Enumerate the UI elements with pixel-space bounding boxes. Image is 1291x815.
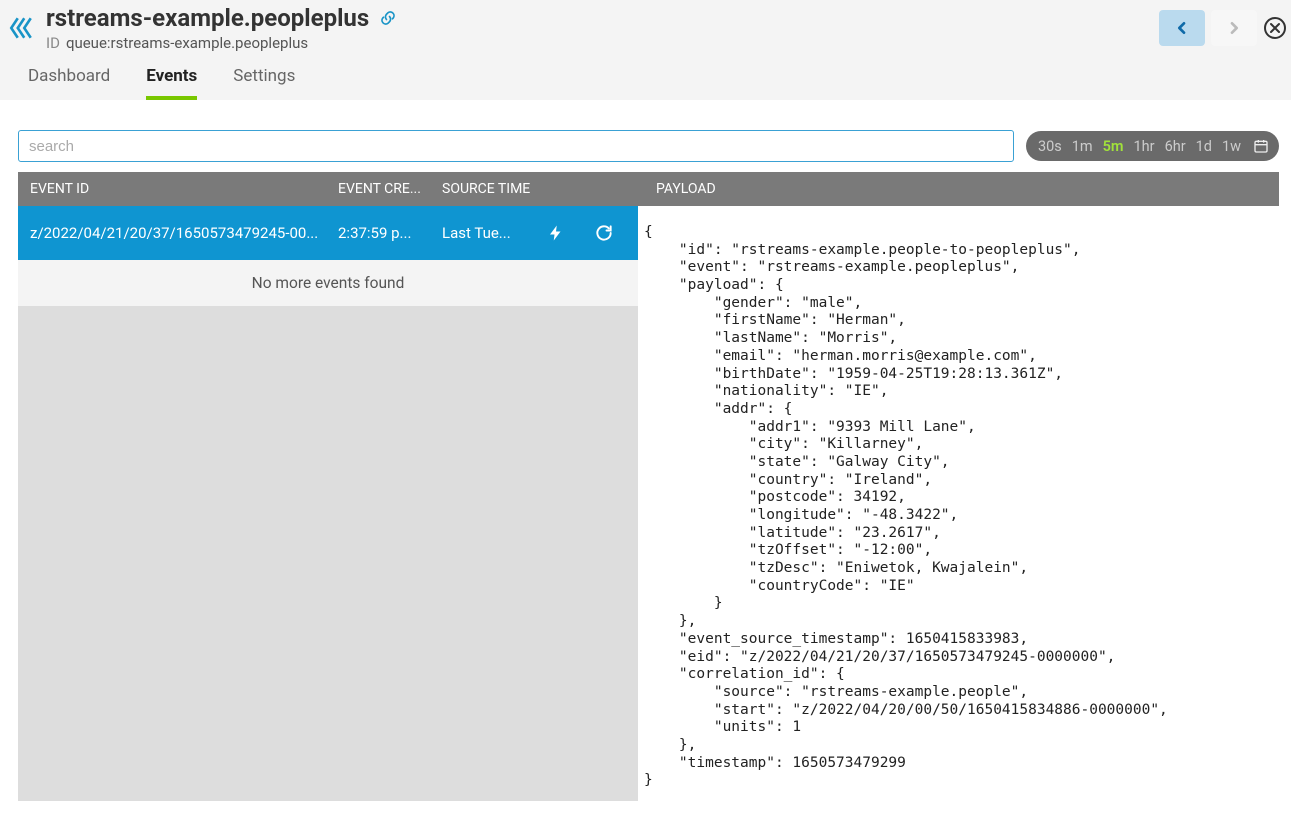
- empty-space: [18, 306, 638, 801]
- toolbar: 30s 1m 5m 1hr 6hr 1d 1w: [0, 100, 1291, 172]
- tabs: Dashboard Events Settings: [6, 52, 1291, 100]
- time-1w[interactable]: 1w: [1222, 138, 1241, 155]
- time-30s[interactable]: 30s: [1038, 138, 1062, 155]
- col-source: SOURCE TIME: [442, 181, 638, 197]
- no-more-events: No more events found: [18, 260, 638, 306]
- lightning-icon[interactable]: [532, 224, 580, 242]
- close-button[interactable]: [1263, 10, 1287, 46]
- payload-panel: PAYLOAD { "id": "rstreams-example.people…: [638, 172, 1279, 801]
- resource-id: IDqueue:rstreams-example.peopleplus: [46, 34, 1159, 52]
- refresh-icon[interactable]: [580, 223, 628, 243]
- tab-events[interactable]: Events: [146, 66, 197, 100]
- col-created: EVENT CRE...: [338, 181, 442, 197]
- calendar-icon[interactable]: [1253, 138, 1269, 154]
- time-1hr[interactable]: 1hr: [1134, 138, 1155, 155]
- nav-forward-button[interactable]: [1211, 10, 1257, 46]
- time-6hr[interactable]: 6hr: [1165, 138, 1186, 155]
- app-logo-icon: [6, 13, 36, 43]
- header: rstreams-example.peopleplus IDqueue:rstr…: [0, 0, 1291, 100]
- link-icon[interactable]: [379, 9, 397, 27]
- tab-dashboard[interactable]: Dashboard: [28, 66, 110, 100]
- event-id-cell: z/2022/04/21/20/37/1650573479245-00...: [18, 224, 338, 242]
- nav-back-button[interactable]: [1159, 10, 1205, 46]
- event-created-cell: 2:37:59 p...: [338, 224, 442, 242]
- search-input[interactable]: [18, 130, 1014, 162]
- tab-settings[interactable]: Settings: [233, 66, 295, 100]
- time-1d[interactable]: 1d: [1196, 138, 1212, 155]
- time-5m[interactable]: 5m: [1103, 138, 1124, 155]
- col-event-id: EVENT ID: [18, 181, 338, 197]
- page-title: rstreams-example.peopleplus: [46, 4, 369, 32]
- time-range-picker: 30s 1m 5m 1hr 6hr 1d 1w: [1026, 131, 1279, 161]
- payload-json[interactable]: { "id": "rstreams-example.people-to-peop…: [638, 206, 1279, 801]
- event-list: EVENT ID EVENT CRE... SOURCE TIME z/2022…: [18, 172, 638, 801]
- time-1m[interactable]: 1m: [1072, 138, 1093, 155]
- event-source-cell: Last Tue...: [442, 224, 532, 242]
- col-payload: PAYLOAD: [638, 181, 716, 197]
- event-row[interactable]: z/2022/04/21/20/37/1650573479245-00... 2…: [18, 206, 638, 260]
- table-header: EVENT ID EVENT CRE... SOURCE TIME: [18, 172, 638, 206]
